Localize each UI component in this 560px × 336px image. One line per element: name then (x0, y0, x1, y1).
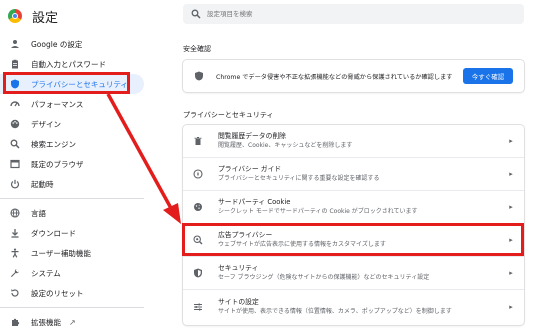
external-link-icon: ↗ (69, 317, 76, 327)
chevron-right-icon: ▸ (509, 170, 513, 178)
privacy-heading: プライバシーとセキュリティ (183, 111, 274, 119)
sidebar-item-label: 検索エンジン (31, 139, 76, 149)
safety-check-card: Chrome でデータ侵害や不正な拡張機能などの脅威から保護されているか確認しま… (183, 60, 524, 92)
sidebar-item-performance[interactable]: パフォーマンス (0, 94, 144, 114)
row-title: セキュリティ (218, 264, 259, 272)
search-icon (191, 9, 201, 19)
sidebar-item-label: ユーザー補助機能 (31, 248, 91, 258)
shield-icon (10, 79, 20, 89)
sidebar-item-label: デザイン (31, 119, 61, 129)
safety-check-description: Chrome でデータ侵害や不正な拡張機能などの脅威から保護されているか確認しま… (216, 73, 453, 81)
sidebar-item-reset[interactable]: 設定のリセット (0, 283, 144, 303)
page-title: 設定 (32, 10, 59, 26)
sidebar-item-system[interactable]: システム (0, 263, 144, 283)
privacy-guide-icon (193, 169, 203, 179)
person-icon (10, 39, 20, 49)
sidebar-item-default-browser[interactable]: 既定のブラウザ (0, 154, 144, 174)
chevron-right-icon: ▸ (509, 269, 513, 277)
sidebar-divider (0, 198, 144, 199)
row-subtitle: シークレット モードでサードパーティの Cookie がブロックされています (218, 208, 418, 215)
puzzle-icon (10, 317, 20, 327)
sidebar-item-label: 既定のブラウザ (31, 159, 84, 169)
row-subtitle: プライバシーとセキュリティに関する重要な設定を確認する (218, 175, 380, 182)
search-input[interactable] (207, 10, 507, 18)
safety-check-heading: 安全確認 (183, 45, 211, 53)
sidebar-nav: Google の設定 自動入力とパスワード プライバシーとセキュリティ パフォー… (0, 34, 144, 332)
row-title: サイトの設定 (218, 297, 259, 306)
row-security[interactable]: セキュリティセーフ ブラウジング（危険なサイトからの保護機能）などのセキュリティ… (183, 257, 524, 290)
shield-icon (195, 71, 203, 81)
row-site-settings[interactable]: サイトの設定 サイトが使用、表示できる情報（位置情報、カメラ、ポップアップなど）を… (183, 290, 524, 323)
arrow-head (163, 203, 181, 224)
sidebar-item-label: 起動時 (31, 179, 54, 189)
sidebar-item-extensions[interactable]: 拡張機能 ↗ (0, 312, 144, 332)
brand: 設定 (8, 6, 58, 26)
browser-icon (10, 159, 20, 169)
row-subtitle: ウェブサイトが広告表示に使用する情報をカスタマイズします (218, 241, 386, 248)
sidebar-item-google[interactable]: Google の設定 (0, 34, 144, 54)
sidebar-item-on-startup[interactable]: 起動時 (0, 174, 144, 194)
sidebar-item-appearance[interactable]: デザイン (0, 114, 144, 134)
palette-icon (10, 119, 20, 129)
ad-privacy-icon (193, 235, 203, 245)
sidebar-item-label: システム (31, 268, 61, 278)
sidebar-item-label: 自動入力とパスワード (31, 59, 106, 69)
cookie-icon (193, 202, 203, 212)
row-clear-browsing-data[interactable]: 閲覧履歴データの削除閲覧履歴、Cookie、キャッシュなどを削除します ▸ (183, 125, 524, 158)
row-subtitle: 閲覧履歴、Cookie、キャッシュなどを削除します (218, 142, 353, 149)
chrome-logo-icon (8, 9, 22, 23)
chevron-right-icon: ▸ (509, 302, 513, 311)
sidebar-item-label: プライバシーとセキュリティ (31, 79, 128, 89)
row-title: サードパーティ Cookie (218, 198, 291, 206)
sliders-icon (193, 302, 203, 312)
sidebar-item-label: Google の設定 (31, 39, 83, 49)
sidebar-item-downloads[interactable]: ダウンロード (0, 223, 144, 243)
sidebar-item-label: 言語 (31, 208, 46, 218)
sidebar-item-autofill[interactable]: 自動入力とパスワード (0, 54, 144, 74)
row-title: 広告プライバシー (218, 231, 273, 239)
chevron-right-icon: ▸ (509, 137, 513, 145)
sidebar-item-label: パフォーマンス (31, 99, 84, 109)
row-ad-privacy[interactable]: 広告プライバシーウェブサイトが広告表示に使用する情報をカスタマイズします ▸ (183, 224, 524, 257)
download-icon (10, 228, 20, 238)
accessibility-icon (10, 248, 20, 258)
speedometer-icon (10, 99, 20, 109)
sidebar: 設定 Google の設定 自動入力とパスワード プライバシーとセキュリティ パ… (0, 0, 144, 336)
privacy-card: 閲覧履歴データの削除閲覧履歴、Cookie、キャッシュなどを削除します ▸ プラ… (183, 125, 524, 325)
globe-icon (10, 208, 20, 218)
sidebar-item-label: ダウンロード (31, 228, 76, 238)
search-icon (10, 139, 20, 149)
check-now-button[interactable]: 今すぐ確認 (463, 68, 513, 84)
row-third-party-cookies[interactable]: サードパーティ Cookie シークレット モードでサードパーティの Cookie… (183, 191, 524, 224)
power-icon (10, 179, 20, 189)
wrench-icon (10, 268, 20, 278)
chevron-right-icon: ▸ (509, 203, 513, 211)
sidebar-item-accessibility[interactable]: ユーザー補助機能 (0, 243, 144, 263)
row-title: プライバシー ガイド (218, 165, 282, 173)
trash-icon (193, 136, 203, 146)
reset-icon (10, 288, 20, 298)
security-icon (193, 268, 203, 278)
sidebar-item-label: 設定のリセット (31, 288, 84, 298)
row-subtitle: サイトが使用、表示できる情報（位置情報、カメラ、ポップアップなど）を制御します (218, 307, 452, 315)
sidebar-item-search-engine[interactable]: 検索エンジン (0, 134, 144, 154)
row-title: 閲覧履歴データの削除 (218, 132, 286, 140)
clipboard-icon (10, 59, 20, 69)
chevron-right-icon: ▸ (509, 236, 513, 244)
sidebar-item-label: 拡張機能 (31, 317, 61, 327)
sidebar-item-languages[interactable]: 言語 (0, 203, 144, 223)
sidebar-divider (0, 307, 144, 308)
sidebar-item-privacy[interactable]: プライバシーとセキュリティ (0, 74, 144, 94)
search-bar[interactable] (183, 4, 524, 24)
row-privacy-guide[interactable]: プライバシー ガイドプライバシーとセキュリティに関する重要な設定を確認する ▸ (183, 158, 524, 191)
row-subtitle: セーフ ブラウジング（危険なサイトからの保護機能）などのセキュリティ設定 (218, 274, 430, 281)
